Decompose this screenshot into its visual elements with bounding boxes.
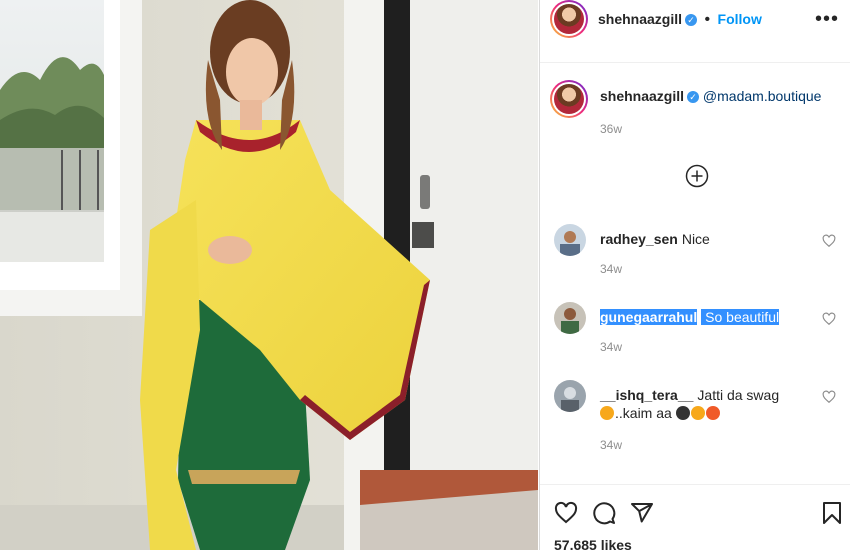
comment-item: __ishq_tera__ Jatti da swag ..kaim aa 34w — [552, 380, 842, 456]
dark-emoji-icon — [675, 406, 690, 420]
comment-body: So beautiful — [705, 309, 780, 325]
post-photo-illustration — [0, 0, 538, 550]
comment-text: radhey_sen Nice — [600, 230, 810, 248]
comment-avatar[interactable] — [554, 224, 586, 256]
heart-eyes-emoji-icon — [705, 406, 720, 420]
star-struck-emoji-icon — [600, 406, 614, 420]
caption-text: shehnaazgill ✓ @madam.boutique — [600, 88, 821, 104]
comment-body: Nice — [681, 231, 710, 247]
heart-icon[interactable] — [822, 390, 836, 404]
comment-body-line2: ..kaim aa — [615, 405, 672, 421]
follow-button[interactable]: Follow — [718, 11, 762, 27]
comment-time[interactable]: 34w — [600, 438, 622, 452]
comment-avatar[interactable] — [554, 302, 586, 334]
comment-text: __ishq_tera__ Jatti da swag ..kaim aa — [600, 386, 810, 422]
caption-time[interactable]: 36w — [600, 122, 622, 136]
verified-badge-icon: ✓ — [685, 13, 698, 26]
comment-username[interactable]: radhey_sen — [600, 231, 678, 247]
comment-username[interactable]: __ishq_tera__ — [600, 387, 693, 403]
comment-avatar[interactable] — [554, 380, 586, 412]
verified-badge-icon: ✓ — [687, 91, 700, 104]
share-icon[interactable] — [630, 501, 654, 525]
caption-username[interactable]: shehnaazgill — [600, 88, 684, 104]
heart-icon[interactable] — [822, 234, 836, 248]
plus-circle-icon[interactable] — [685, 164, 709, 188]
star-struck-emoji-icon — [690, 406, 705, 420]
comment-body: Jatti da swag — [697, 387, 780, 403]
comment-item: radhey_sen Nice 34w — [552, 224, 842, 280]
author-username[interactable]: shehnaazgill — [598, 11, 682, 27]
heart-icon[interactable] — [554, 501, 578, 525]
caption-avatar[interactable] — [550, 80, 588, 118]
header-separator: • — [704, 11, 711, 28]
comment-time[interactable]: 34w — [600, 340, 622, 354]
post-header: shehnaazgill ✓ • Follow ••• — [540, 0, 850, 63]
post-image[interactable] — [0, 0, 538, 550]
bookmark-icon[interactable] — [821, 501, 843, 525]
heart-icon[interactable] — [822, 312, 836, 326]
comment-icon[interactable] — [592, 501, 616, 525]
likes-count[interactable]: 57,685 likes — [554, 537, 632, 550]
caption-mention-link[interactable]: @madam.boutique — [703, 88, 822, 104]
caption: shehnaazgill ✓ @madam.boutique 36w — [550, 80, 842, 140]
header-user-line: shehnaazgill ✓ • Follow — [598, 11, 762, 29]
author-avatar[interactable] — [550, 0, 588, 38]
more-options-icon[interactable]: ••• — [815, 8, 839, 31]
comment-item: gunegaarrahul So beautiful 34w — [552, 302, 842, 358]
post-actions-bar: 57,685 likes — [540, 484, 850, 550]
post-details-panel: shehnaazgill ✓ • Follow ••• shehnaazgill ✓… — [539, 0, 850, 550]
comment-username[interactable]: gunegaarrahul — [600, 309, 698, 325]
comment-text: gunegaarrahul So beautiful — [600, 308, 810, 326]
comment-time[interactable]: 34w — [600, 262, 622, 276]
